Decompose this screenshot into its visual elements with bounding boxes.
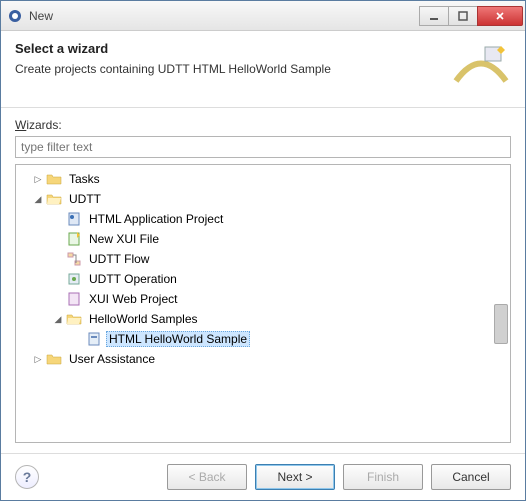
collapse-icon[interactable]: ◢ — [32, 194, 44, 205]
cancel-button[interactable]: Cancel — [431, 464, 511, 490]
app-icon — [7, 8, 23, 24]
dialog-new-wizard: New Select a wizard Create projects cont… — [0, 0, 526, 501]
back-button[interactable]: < Back — [167, 464, 247, 490]
tree-item-udtt-operation[interactable]: · UDTT Operation — [16, 269, 510, 289]
titlebar[interactable]: New — [1, 1, 525, 31]
tree-item-udtt[interactable]: ◢ UDTT — [16, 189, 510, 209]
folder-open-icon — [46, 191, 62, 207]
folder-icon — [46, 351, 62, 367]
minimize-button[interactable] — [419, 6, 449, 26]
next-button[interactable]: Next > — [255, 464, 335, 490]
tree-item-xui-web-project[interactable]: · XUI Web Project — [16, 289, 510, 309]
wizard-description: Create projects containing UDTT HTML Hel… — [15, 62, 331, 76]
help-icon[interactable]: ? — [15, 465, 39, 489]
wizard-heading: Select a wizard — [15, 41, 331, 56]
filter-input[interactable] — [15, 136, 511, 158]
file-icon — [66, 211, 82, 227]
operation-icon — [66, 271, 82, 287]
flow-icon — [66, 251, 82, 267]
tree-item-html-app-project[interactable]: · HTML Application Project — [16, 209, 510, 229]
tree-item-user-assistance[interactable]: ▷ User Assistance — [16, 349, 510, 369]
window-title: New — [29, 9, 420, 23]
sample-icon — [86, 331, 102, 347]
finish-button[interactable]: Finish — [343, 464, 423, 490]
xui-file-icon — [66, 231, 82, 247]
tree-item-tasks[interactable]: ▷ Tasks — [16, 169, 510, 189]
web-project-icon — [66, 291, 82, 307]
maximize-button[interactable] — [448, 6, 478, 26]
collapse-icon[interactable]: ◢ — [52, 314, 64, 325]
wizards-label: Wizards: — [15, 118, 511, 132]
wizard-tree[interactable]: ▷ Tasks ◢ UDTT · HTML Application Projec… — [15, 164, 511, 443]
scrollbar[interactable] — [494, 304, 508, 344]
tree-item-new-xui-file[interactable]: · New XUI File — [16, 229, 510, 249]
wizard-banner-icon — [451, 41, 511, 93]
wizard-header: Select a wizard Create projects containi… — [1, 31, 525, 108]
expand-icon[interactable]: ▷ — [32, 174, 44, 185]
folder-icon — [46, 171, 62, 187]
close-button[interactable] — [477, 6, 523, 26]
expand-icon[interactable]: ▷ — [32, 354, 44, 365]
tree-item-html-helloworld-sample[interactable]: · HTML HelloWorld Sample — [16, 329, 510, 349]
button-bar: ? < Back Next > Finish Cancel — [1, 453, 525, 500]
tree-item-udtt-flow[interactable]: · UDTT Flow — [16, 249, 510, 269]
folder-open-icon — [66, 311, 82, 327]
tree-item-helloworld-samples[interactable]: ◢ HelloWorld Samples — [16, 309, 510, 329]
